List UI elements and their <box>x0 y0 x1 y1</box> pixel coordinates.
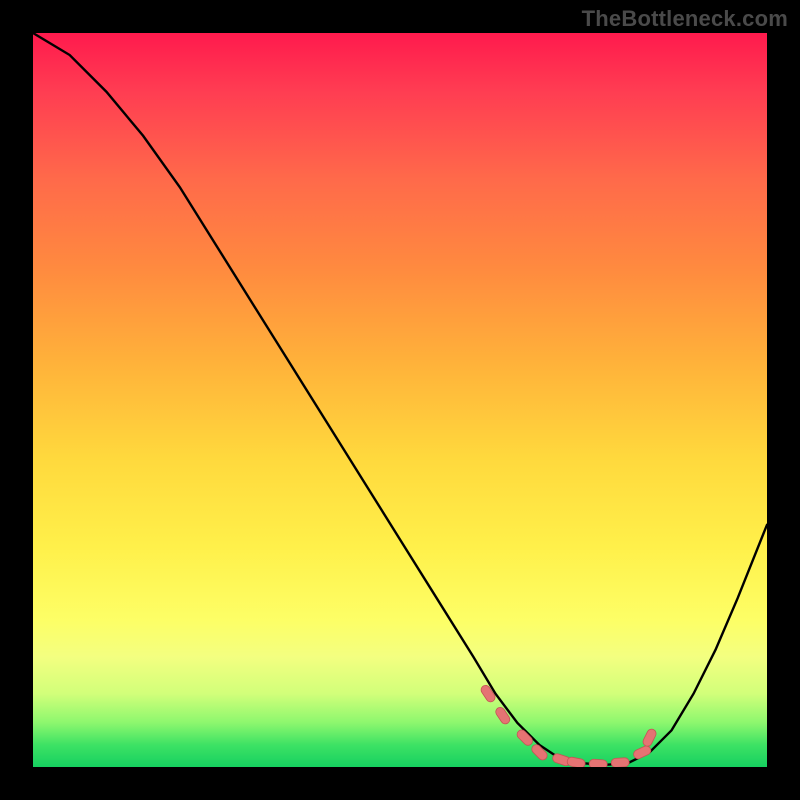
curve-marker <box>530 743 549 762</box>
curve-marker <box>611 758 630 767</box>
curve-marker <box>566 756 585 767</box>
chart-svg <box>33 33 767 767</box>
chart-frame: TheBottleneck.com <box>0 0 800 800</box>
curve-marker <box>642 728 658 748</box>
bottleneck-curve <box>33 33 767 765</box>
curve-marker <box>589 759 608 767</box>
watermark-text: TheBottleneck.com <box>582 6 788 32</box>
curve-marker <box>632 744 652 760</box>
curve-marker <box>494 706 511 726</box>
curve-marker <box>515 728 534 747</box>
marker-group <box>479 684 657 767</box>
